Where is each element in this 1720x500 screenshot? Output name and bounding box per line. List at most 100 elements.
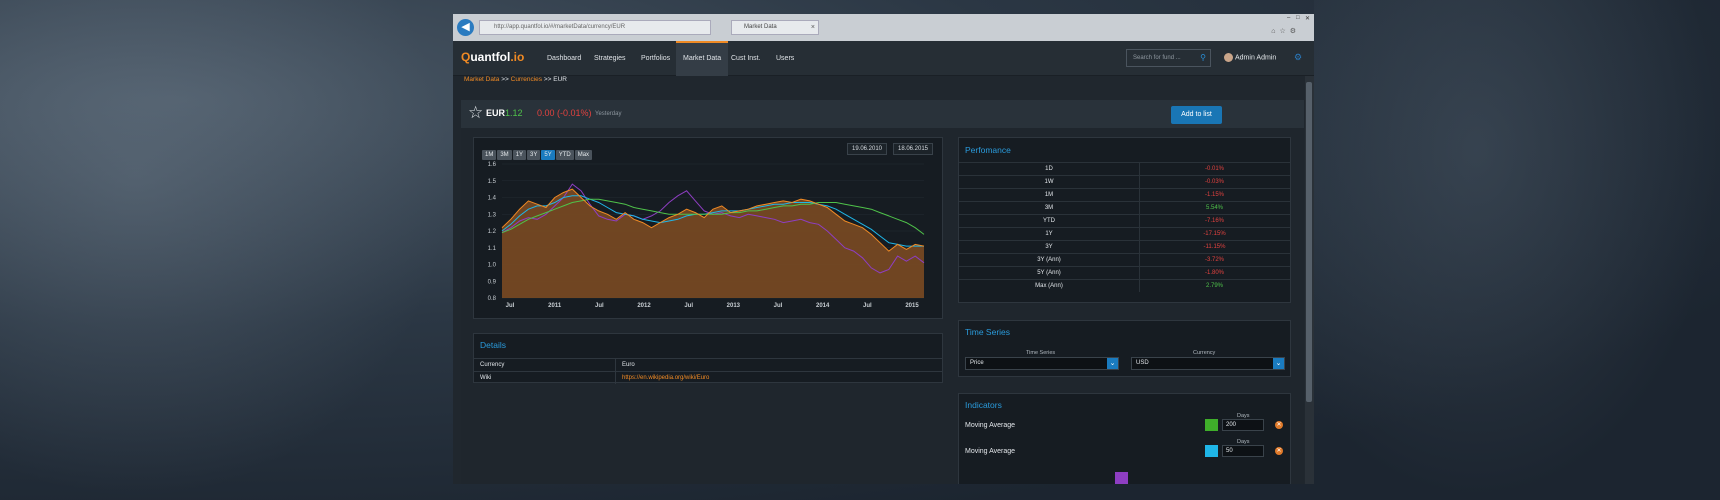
close-window-icon[interactable]: ✕ [1305, 15, 1310, 22]
breadcrumb-separator: >> [543, 76, 552, 83]
browser-toolbar-icons[interactable]: ⌂☆⚙ [1271, 27, 1300, 35]
quantfolio-logo[interactable]: Quantfol.io [461, 50, 524, 64]
performance-value: -1.80% [1204, 270, 1224, 276]
days-input[interactable]: 200 [1222, 419, 1264, 431]
y-tick-label: 1.3 [488, 212, 497, 218]
performance-period: 3M [1044, 205, 1054, 211]
scrollbar-thumb[interactable] [1306, 82, 1312, 402]
user-menu[interactable]: Admin Admin [1224, 53, 1276, 62]
gear-icon[interactable]: ⚙ [1294, 52, 1302, 63]
date-from-input[interactable]: 19.06.2010 [847, 143, 887, 155]
browser-window: ◀ http://app.quantfol.io/#/marketData/cu… [453, 14, 1314, 484]
browser-tab[interactable]: Market Data × [731, 20, 819, 35]
x-tick-label: Jul [506, 303, 515, 309]
price-chart-panel: 1M 3M 1Y 3Y 5Y YTD Max 19.06.2010 18.06.2015 1… [473, 137, 943, 319]
performance-period: YTD [1043, 218, 1055, 224]
performance-row: 3Y (Ann) -3.72% [959, 253, 1290, 266]
details-row: Currency Euro [474, 358, 942, 371]
time-series-label: Time Series [1026, 350, 1056, 356]
x-tick-label: 2011 [548, 303, 562, 309]
performance-row: 3Y -11.15% [959, 240, 1290, 253]
breadcrumb-currencies[interactable]: Currencies [511, 76, 542, 83]
performance-row: 1M -1.15% [959, 188, 1290, 201]
details-label: Currency [480, 362, 505, 368]
performance-row: 3M 5.54% [959, 201, 1290, 214]
time-series-value: Price [970, 360, 984, 366]
performance-row: 1Y -17.15% [959, 227, 1290, 240]
details-label: Wiki [480, 375, 492, 381]
search-placeholder: Search for fund ... [1133, 55, 1181, 61]
symbol-price: 1.12 [505, 108, 523, 118]
nav-cust-inst[interactable]: Cust Inst. [724, 41, 768, 76]
performance-value: -1.15% [1204, 192, 1224, 198]
symbol-change: 0.00 (-0.01%) [537, 108, 592, 118]
x-tick-label: 2015 [905, 303, 919, 309]
days-input[interactable]: 50 [1222, 445, 1264, 457]
y-tick-label: 1.1 [488, 246, 497, 252]
remove-indicator-icon[interactable]: ✕ [1275, 421, 1283, 429]
address-bar[interactable]: http://app.quantfol.io/#/marketData/curr… [479, 20, 711, 35]
indicator-color-swatch[interactable] [1115, 472, 1128, 484]
wiki-link[interactable]: https://en.wikipedia.org/wiki/Euro [622, 372, 709, 384]
add-to-list-button[interactable]: Add to list [1171, 106, 1222, 124]
chevron-down-icon[interactable]: ⌄ [1273, 358, 1284, 369]
performance-value: 2.79% [1205, 283, 1223, 289]
performance-panel: Perfomance 1D -0.01% 1W -0.03% 1M -1.15% 3M 5.5… [958, 137, 1291, 303]
y-tick-label: 1.0 [488, 263, 497, 269]
main-content: ☆ EUR 1.12 0.00 (-0.01%) Yesterday Add t… [461, 100, 1304, 484]
indicators-title: Indicators [965, 400, 1002, 410]
currency-value: USD [1136, 360, 1149, 366]
y-tick-label: 1.5 [488, 179, 497, 185]
fund-search-input[interactable]: Search for fund ... ⚲ [1126, 49, 1211, 67]
tab-close-icon[interactable]: × [811, 21, 815, 34]
price-chart[interactable]: 1.6 1.5 1.4 1.3 1.2 1.1 1.0 0.9 0.8 Jul 2011 Jul 201… [474, 158, 942, 318]
breadcrumb-market-data[interactable]: Market Data [464, 76, 499, 83]
y-tick-label: 1.4 [488, 196, 497, 202]
details-title: Details [480, 340, 506, 350]
details-value: Euro [622, 362, 635, 368]
indicator-color-swatch[interactable] [1205, 445, 1218, 457]
indicator-name: Moving Average [965, 448, 1016, 455]
performance-row: 1D -0.01% [959, 162, 1290, 175]
performance-value: 5.54% [1205, 205, 1223, 211]
search-icon[interactable]: ⚲ [1200, 50, 1206, 66]
performance-title: Perfomance [965, 145, 1011, 155]
performance-period: 1M [1044, 192, 1054, 198]
x-tick-label: Jul [684, 303, 693, 309]
performance-value: -3.72% [1204, 257, 1224, 263]
performance-period: Max (Ann) [1035, 283, 1063, 289]
browser-chrome: ◀ http://app.quantfol.io/#/marketData/cu… [453, 14, 1314, 41]
nav-strategies[interactable]: Strategies [587, 41, 633, 76]
star-icon[interactable]: ☆ [468, 103, 483, 123]
symbol-header: ☆ EUR 1.12 0.00 (-0.01%) Yesterday Add t… [461, 100, 1304, 128]
nav-dashboard[interactable]: Dashboard [540, 41, 588, 76]
performance-row: Max (Ann) 2.79% [959, 279, 1290, 292]
performance-value: -7.16% [1204, 218, 1224, 224]
chevron-down-icon[interactable]: ⌄ [1107, 358, 1118, 369]
indicator-name: Moving Average [965, 422, 1016, 429]
currency-select[interactable]: USD ⌄ [1131, 357, 1285, 370]
performance-value: -0.03% [1204, 179, 1224, 185]
maximize-icon[interactable]: □ [1296, 15, 1300, 21]
nav-users[interactable]: Users [769, 41, 801, 76]
symbol-name: EUR [486, 108, 506, 118]
indicator-color-swatch[interactable] [1205, 419, 1218, 431]
date-to-input[interactable]: 18.06.2015 [893, 143, 933, 155]
performance-value: -11.15% [1203, 244, 1226, 250]
x-tick-label: 2012 [637, 303, 651, 309]
user-name: Admin Admin [1235, 54, 1277, 62]
y-tick-label: 1.2 [488, 229, 497, 235]
breadcrumb-separator: >> [501, 76, 509, 83]
nav-portfolios[interactable]: Portfolios [634, 41, 677, 76]
y-tick-label: 0.8 [488, 296, 497, 302]
y-tick-label: 1.6 [488, 162, 497, 168]
performance-value: -17.15% [1203, 231, 1226, 237]
tab-title: Market Data [744, 24, 777, 30]
back-arrow-icon[interactable]: ◀ [457, 19, 474, 36]
time-series-select[interactable]: Price ⌄ [965, 357, 1119, 370]
remove-indicator-icon[interactable]: ✕ [1275, 447, 1283, 455]
performance-period: 3Y [1045, 244, 1053, 250]
avatar [1224, 53, 1233, 62]
minimize-icon[interactable]: – [1287, 15, 1290, 21]
nav-market-data[interactable]: Market Data [676, 41, 729, 76]
